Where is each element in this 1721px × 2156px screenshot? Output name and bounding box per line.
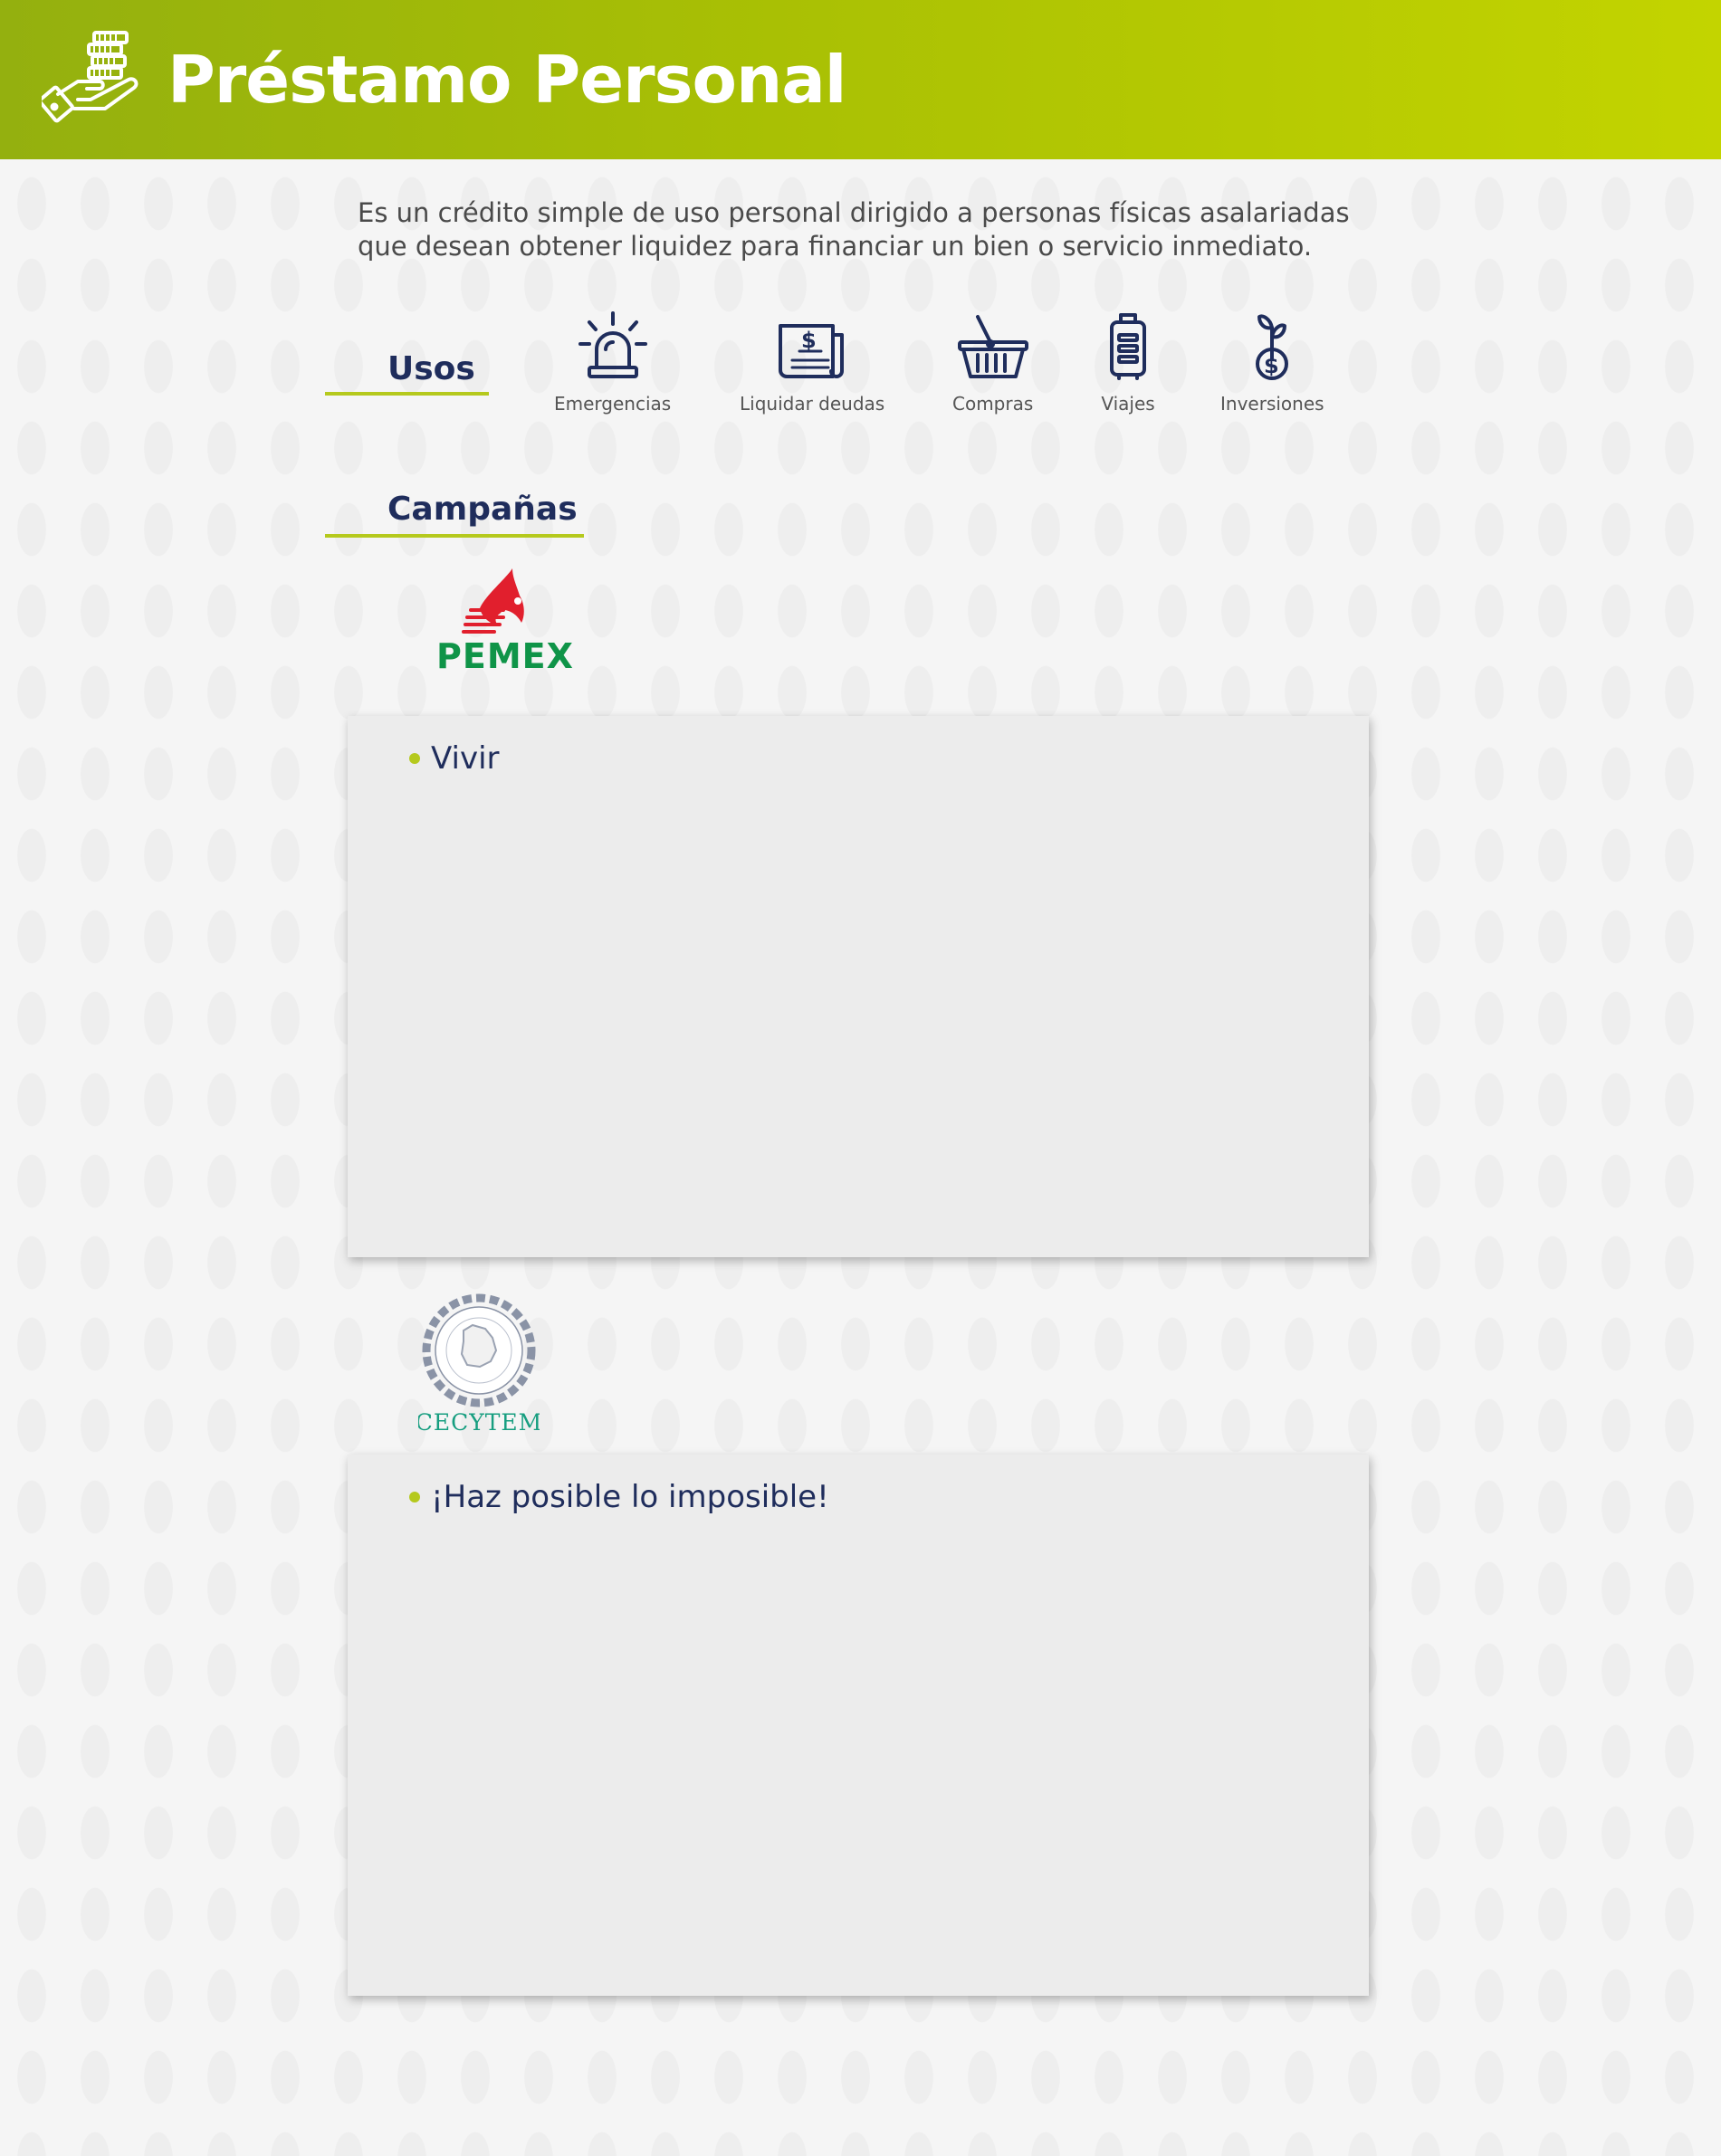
bullet-dot	[409, 1492, 420, 1503]
svg-text:$: $	[1264, 353, 1279, 378]
suitcase-icon	[1110, 313, 1146, 380]
uso-label: Viajes	[1101, 393, 1155, 415]
uso-label: Liquidar deudas	[740, 393, 885, 415]
pemex-wordmark: PEMEX	[436, 636, 574, 673]
svg-text:$: $	[801, 328, 817, 353]
usos-heading: Usos	[387, 350, 475, 387]
campaign-tagline-text: Vivir	[431, 740, 500, 777]
hand-coins-icon	[42, 31, 139, 123]
cecytem-wordmark: CECYTEM	[418, 1409, 540, 1436]
uso-inversiones: $ Inversiones	[1220, 308, 1324, 415]
campanas-underline	[325, 534, 584, 538]
uso-label: Emergencias	[554, 393, 672, 415]
uso-viajes: Viajes	[1101, 308, 1155, 415]
basket-icon	[957, 315, 1028, 378]
campaign-tagline: ¡Haz posible lo imposible!	[409, 1478, 829, 1516]
bullet-dot	[409, 753, 420, 764]
campaign-tagline-text: ¡Haz posible lo imposible!	[431, 1479, 829, 1515]
campaign-card-pemex: Vivir	[348, 716, 1369, 1257]
campanas-heading: Campañas	[387, 491, 578, 528]
campaign-card-cecytem: ¡Haz posible lo imposible!	[348, 1455, 1369, 1996]
page-title: Préstamo Personal	[167, 42, 846, 118]
campaign-tagline: Vivir	[409, 739, 500, 777]
intro-text: Es un crédito simple de uso personal dir…	[358, 197, 1350, 262]
uso-label: Inversiones	[1220, 393, 1324, 415]
cecytem-logo[interactable]: CECYTEM	[416, 1291, 541, 1436]
uso-label: Compras	[952, 393, 1034, 415]
uso-emergencias: Emergencias	[554, 308, 671, 415]
usos-underline	[325, 392, 489, 396]
uso-compras: Compras	[952, 308, 1033, 415]
siren-icon	[578, 311, 647, 378]
uso-liquidar-deudas: $ Liquidar deudas	[740, 308, 884, 415]
invoice-icon: $	[779, 324, 845, 378]
page-header: Préstamo Personal	[0, 0, 1721, 159]
pemex-logo[interactable]: PEMEX	[425, 565, 585, 676]
money-plant-icon: $	[1256, 314, 1289, 380]
